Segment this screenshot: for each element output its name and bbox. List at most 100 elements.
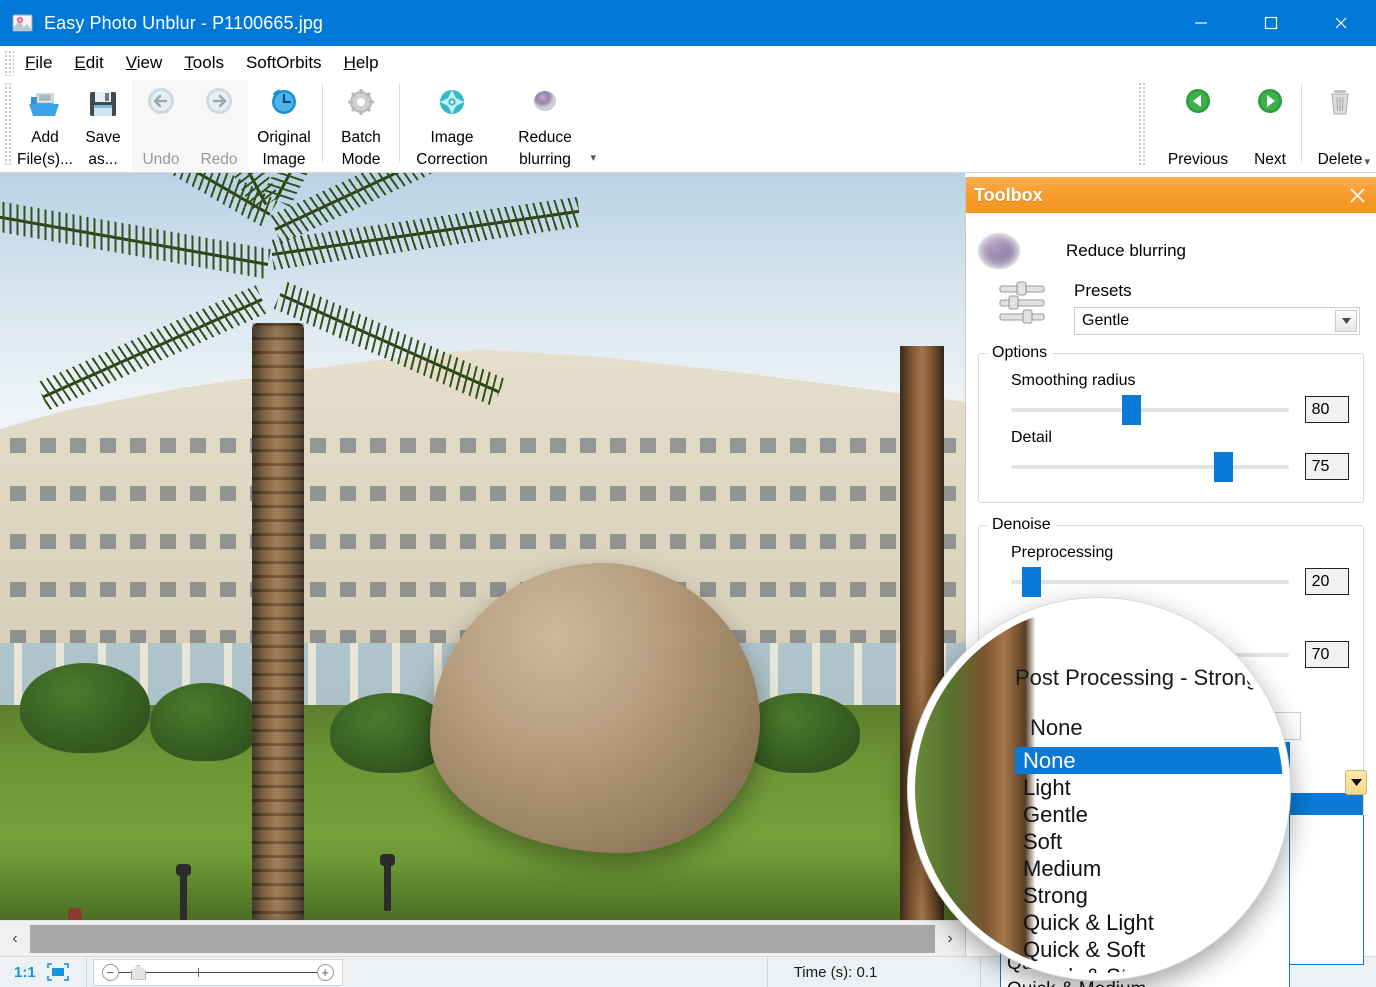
- scroll-thumb[interactable]: [30, 924, 935, 953]
- active-tool-label: Reduce blurring: [1066, 241, 1187, 260]
- toolbar-label2: Correction: [416, 151, 488, 168]
- magnified-dropdown-list[interactable]: None Light Gentle Soft Medium Strong Qui…: [1015, 747, 1283, 973]
- magnified-option-none[interactable]: None: [1015, 747, 1283, 774]
- blur-blob-icon: [527, 86, 563, 122]
- denoise-legend: Denoise: [987, 516, 1056, 534]
- minimize-button[interactable]: [1166, 0, 1236, 46]
- magnifier-content: Post Processing - Strong None None Light…: [915, 605, 1283, 973]
- toolbar-right-grip[interactable]: [1138, 82, 1147, 166]
- toolbar-button-batch-mode[interactable]: Batch Mode: [325, 80, 397, 171]
- toolbar-button-next[interactable]: Next: [1241, 80, 1299, 171]
- floppy-disk-icon: [85, 86, 121, 122]
- toolbar-label2: blurring: [519, 151, 571, 168]
- presets-column: Presets Gentle: [1074, 281, 1364, 335]
- toolbar-label2: as...: [88, 151, 118, 168]
- toolbar-button-add-files[interactable]: Add File(s)...: [16, 80, 74, 171]
- presets-combobox[interactable]: Gentle: [1074, 307, 1360, 335]
- gear-icon: [343, 86, 379, 122]
- toolbar-button-original-image[interactable]: Original Image: [248, 80, 320, 171]
- magnified-option-quick-and-light[interactable]: Quick & Light: [1015, 909, 1283, 936]
- toolbar-button-save-as[interactable]: Save as...: [74, 80, 132, 171]
- close-button[interactable]: [1306, 0, 1376, 46]
- color-wheel-icon: [434, 86, 470, 122]
- menu-item-view[interactable]: View: [115, 51, 174, 75]
- fit-to-window-icon[interactable]: [46, 962, 70, 982]
- slider-thumb[interactable]: [1022, 566, 1042, 597]
- scroll-track[interactable]: [30, 924, 935, 953]
- toolbox-title: Toolbox: [974, 184, 1043, 205]
- undo-arrow-icon: [143, 86, 179, 122]
- toolbar-right-group: Previous Next Delete ▾: [1128, 80, 1376, 171]
- detail-value[interactable]: 75: [1304, 453, 1349, 480]
- preprocessing-value[interactable]: 20: [1304, 568, 1349, 595]
- toolbar-button-previous[interactable]: Previous: [1155, 80, 1241, 171]
- processing-time-label: Time (s): 0.1: [793, 963, 878, 981]
- magnifier-lens: Post Processing - Strong None None Light…: [908, 598, 1290, 980]
- toolbar-grip[interactable]: [4, 82, 13, 166]
- magnified-option-medium[interactable]: Medium: [1015, 855, 1283, 882]
- open-folder-icon: [27, 86, 63, 122]
- field-detail: Detail 75: [993, 429, 1349, 482]
- magnified-option-light[interactable]: Light: [1015, 774, 1283, 801]
- magnified-option-gentle[interactable]: Gentle: [1015, 801, 1283, 828]
- zoom-out-icon[interactable]: −: [101, 963, 119, 981]
- toolbar-separator: [1301, 84, 1302, 162]
- dropdown-option-quick-and-medium[interactable]: Quick & Medium: [1001, 977, 1289, 987]
- toolbar-label: Previous: [1167, 151, 1229, 168]
- image-canvas[interactable]: 9: [0, 173, 965, 920]
- toolbar-label: Add: [31, 129, 59, 146]
- zoom-slider-thumb[interactable]: [130, 964, 146, 980]
- toolbar-right-overflow-chevron[interactable]: ▾: [1364, 155, 1370, 168]
- clock-history-icon: [266, 86, 302, 122]
- menu-item-file[interactable]: FFileile: [14, 51, 63, 75]
- chevron-down-icon[interactable]: [1335, 310, 1357, 332]
- active-tool-row: Reduce blurring: [978, 233, 1364, 269]
- zoom-slider[interactable]: − +: [92, 958, 343, 986]
- dropdown-list-frame: [1288, 815, 1364, 965]
- slider-thumb[interactable]: [1122, 394, 1142, 425]
- toolbar-label: Original: [257, 129, 311, 146]
- post-processing-amount-value[interactable]: 70: [1304, 641, 1349, 668]
- detail-slider-row: 75: [993, 451, 1349, 482]
- preprocessing-slider[interactable]: [1011, 566, 1289, 597]
- toolbar-label: Redo: [200, 151, 238, 168]
- zoom-ratio-label[interactable]: 1:1: [8, 964, 42, 981]
- menu-item-tools[interactable]: Tools: [173, 51, 235, 75]
- toolbar-button-redo[interactable]: Redo: [190, 80, 248, 171]
- green-left-arrow-icon: [1180, 86, 1216, 122]
- smoothing-radius-value[interactable]: 80: [1304, 396, 1349, 423]
- maximize-button[interactable]: [1236, 0, 1306, 46]
- toolbar-button-image-correction[interactable]: Image Correction: [402, 80, 502, 171]
- menu-item-softorbits[interactable]: SoftOrbits: [235, 51, 333, 75]
- toolbox-close-icon[interactable]: [1345, 183, 1369, 207]
- slider-thumb[interactable]: [1213, 451, 1233, 482]
- title-bar: Easy Photo Unblur - P1100665.jpg: [0, 0, 1376, 46]
- smoothing-radius-slider[interactable]: [1011, 394, 1289, 425]
- photo-preview: 9: [0, 173, 965, 920]
- toolbar-label2: Mode: [341, 151, 381, 168]
- menu-grip[interactable]: [4, 50, 14, 76]
- scroll-left-arrow-icon[interactable]: ‹: [0, 920, 30, 957]
- preprocessing-label: Preprocessing: [1011, 544, 1114, 561]
- magnified-option-soft[interactable]: Soft: [1015, 828, 1283, 855]
- toolbar-button-reduce-blurring[interactable]: Reduce blurring ▾: [502, 80, 596, 171]
- presets-label: Presets: [1074, 281, 1132, 300]
- menu-item-help[interactable]: Help: [333, 51, 390, 75]
- photo-lawn-shadow: [0, 860, 965, 920]
- magnified-post-processing-value: None: [1030, 715, 1083, 740]
- detail-slider[interactable]: [1011, 451, 1289, 482]
- canvas-horizontal-scrollbar[interactable]: ‹ ›: [0, 920, 965, 957]
- toolbar-label: Delete: [1317, 151, 1363, 168]
- menu-item-edit[interactable]: Edit: [63, 51, 114, 75]
- panel-scroll-down-icon[interactable]: [1345, 770, 1367, 795]
- sliders-icon: [998, 281, 1048, 327]
- magnified-option-strong[interactable]: Strong: [1015, 882, 1283, 909]
- toolbar-button-undo[interactable]: Undo: [132, 80, 190, 171]
- window-title: Easy Photo Unblur - P1100665.jpg: [44, 12, 324, 33]
- toolbar-label2: File(s)...: [17, 151, 73, 168]
- magnified-option-quick-and-soft[interactable]: Quick & Soft: [1015, 936, 1283, 963]
- zoom-slider-cell: − +: [85, 956, 343, 987]
- zoom-ratio-cell[interactable]: 1:1: [0, 957, 86, 987]
- toolbar-overflow-chevron[interactable]: ▾: [590, 147, 596, 169]
- zoom-in-icon[interactable]: +: [316, 963, 334, 981]
